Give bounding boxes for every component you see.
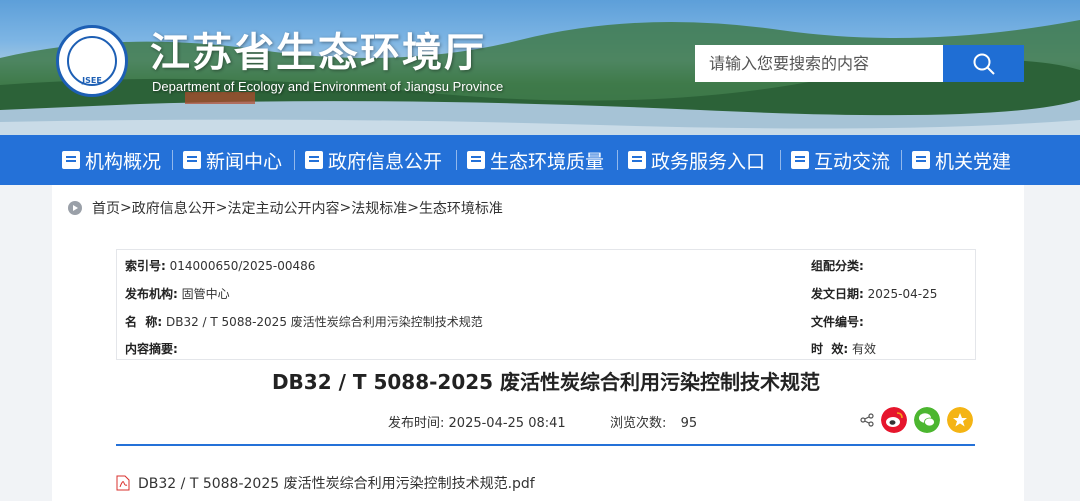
meta-index: 索引号: 014000650/2025-00486	[125, 257, 315, 274]
meta-category-label: 组配分类:	[811, 259, 864, 273]
nav-item-label: 生态环境质量	[490, 150, 605, 173]
views-count: 95	[680, 416, 698, 431]
meta-date: 发文日期: 2025-04-25	[811, 285, 937, 302]
nav-item-label: 机构概况	[85, 150, 162, 173]
attachment-filename: DB32 / T 5088-2025 废活性炭综合利用污染控制技术规范.pdf	[138, 476, 535, 492]
title-divider	[116, 444, 975, 446]
book-icon	[628, 151, 646, 169]
meta-validity-value: 有效	[851, 342, 876, 356]
search-input[interactable]	[695, 45, 943, 82]
weibo-share-icon[interactable]	[881, 407, 907, 433]
nav-item-gov-info[interactable]: 政府信息公开	[305, 135, 442, 185]
pdf-file-icon	[116, 475, 130, 491]
breadcrumb-statutory[interactable]: 法定主动公开内容	[227, 198, 339, 218]
breadcrumb-regulations[interactable]: 法规标准	[351, 198, 407, 218]
site-title[interactable]: 江苏省生态环境厅	[150, 20, 486, 78]
document-icon	[305, 151, 323, 169]
building-icon	[62, 151, 80, 169]
search-icon	[973, 53, 995, 75]
meta-date-value: 2025-04-25	[867, 287, 938, 301]
meta-validity-label: 时 效:	[811, 342, 849, 356]
breadcrumb: 首页 > 政府信息公开 > 法定主动公开内容 > 法规标准 > 生态环境标准	[68, 199, 503, 217]
breadcrumb-separator: >	[339, 200, 352, 216]
breadcrumb-eco-standards[interactable]: 生态环境标准	[419, 198, 503, 218]
nav-item-about[interactable]: 机构概况	[62, 135, 161, 185]
nav-item-services[interactable]: 政务服务入口	[628, 135, 765, 185]
meta-docnum-label: 文件编号:	[811, 315, 864, 329]
views-label: 浏览次数:	[609, 416, 667, 431]
nav-item-label: 政府信息公开	[328, 150, 443, 173]
meta-org-value: 固管中心	[181, 287, 230, 301]
nav-divider	[172, 150, 173, 170]
nav-item-eco-quality[interactable]: 生态环境质量	[467, 135, 604, 185]
newspaper-icon	[183, 151, 201, 169]
meta-index-value: 014000650/2025-00486	[169, 259, 316, 273]
meta-index-label: 索引号:	[125, 259, 166, 273]
meta-name-value: DB32 / T 5088-2025 废活性炭综合利用污染控制技术规范	[165, 315, 483, 329]
meta-name-label: 名 称:	[125, 315, 163, 329]
meta-summary: 内容摘要:	[125, 340, 178, 357]
breadcrumb-home[interactable]: 首页	[92, 198, 120, 218]
nav-divider	[780, 150, 781, 170]
breadcrumb-separator: >	[215, 200, 228, 216]
breadcrumb-separator: >	[120, 200, 132, 216]
nav-divider	[294, 150, 295, 170]
publish-label: 发布时间:	[388, 416, 445, 431]
logo-text: JSEE	[82, 76, 102, 85]
nav-item-label: 机关党建	[935, 150, 1012, 173]
publish-info: 发布时间: 2025-04-25 08:41 浏览次数: 95	[388, 412, 697, 431]
share-icon	[860, 413, 874, 427]
meta-org: 发布机构: 固管中心	[125, 285, 230, 302]
nav-item-interaction[interactable]: 互动交流	[791, 135, 890, 185]
nav-divider	[617, 150, 618, 170]
leaf-icon	[467, 151, 485, 169]
search-button[interactable]	[943, 45, 1024, 82]
nav-item-label: 新闻中心	[206, 150, 283, 173]
meta-date-label: 发文日期:	[811, 287, 864, 301]
location-icon	[68, 201, 82, 215]
party-flag-icon	[912, 151, 930, 169]
breadcrumb-separator: >	[407, 200, 419, 216]
site-logo[interactable]: JSEE	[56, 25, 128, 97]
meta-summary-label: 内容摘要:	[125, 342, 178, 356]
meta-validity: 时 效: 有效	[811, 340, 876, 357]
attachment-link[interactable]: DB32 / T 5088-2025 废活性炭综合利用污染控制技术规范.pdf	[116, 473, 535, 493]
nav-item-party[interactable]: 机关党建	[912, 135, 1011, 185]
nav-divider	[901, 150, 902, 170]
nav-item-news[interactable]: 新闻中心	[183, 135, 282, 185]
favorite-icon[interactable]	[947, 407, 973, 433]
meta-org-label: 发布机构:	[125, 287, 178, 301]
meta-name: 名 称: DB32 / T 5088-2025 废活性炭综合利用污染控制技术规范	[125, 313, 483, 330]
nav-divider	[456, 150, 457, 170]
nav-item-label: 政务服务入口	[651, 150, 766, 173]
nav-item-label: 互动交流	[814, 150, 891, 173]
wechat-share-icon[interactable]	[914, 407, 940, 433]
article-title: DB32 / T 5088-2025 废活性炭综合利用污染控制技术规范	[271, 370, 821, 394]
meta-category: 组配分类:	[811, 257, 864, 274]
site-subtitle: Department of Ecology and Environment of…	[152, 79, 504, 94]
publish-time: 2025-04-25 08:41	[448, 416, 566, 431]
breadcrumb-gov-info[interactable]: 政府信息公开	[132, 198, 216, 218]
chat-icon	[791, 151, 809, 169]
meta-docnum: 文件编号:	[811, 313, 864, 330]
